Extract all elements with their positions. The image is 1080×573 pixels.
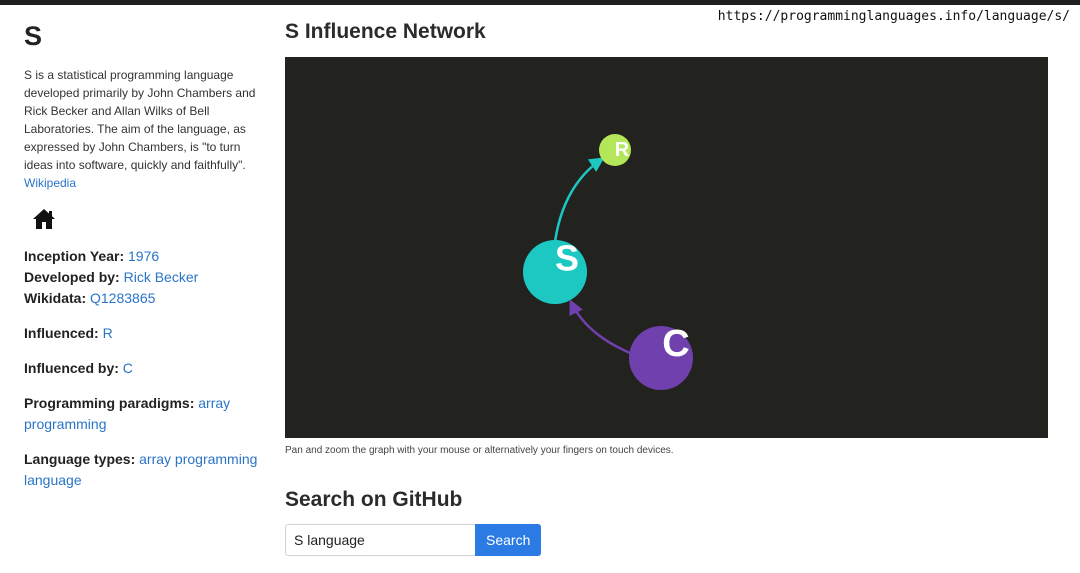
network-title: S Influence Network [285,20,486,43]
influenced-label: Influenced: [24,325,99,341]
github-search-form: Search [285,524,542,556]
language-description: S is a statistical programming language … [24,66,260,192]
paradigms-row: Programming paradigms: array programming [24,393,260,435]
language-title: S [24,21,43,51]
edge-c-to-s [569,299,631,355]
inception-link[interactable]: 1976 [128,248,159,264]
influence-graph[interactable]: R S C [285,57,1048,438]
paradigms-label: Programming paradigms: [24,395,195,411]
github-search-input[interactable] [285,524,475,556]
search-title: Search on GitHub [285,488,463,511]
node-c[interactable]: C [629,323,693,390]
influenced-by-label: Influenced by: [24,360,119,376]
node-s[interactable]: S [523,238,587,305]
types-row: Language types: array programming langua… [24,449,260,491]
node-s-label: S [555,238,579,279]
developer-label: Developed by: [24,269,120,285]
github-search-button[interactable]: Search [475,524,542,556]
edge-s-to-r [553,157,605,243]
influenced-row: Influenced: R [24,323,260,344]
node-r[interactable]: R [599,134,631,166]
wikidata-link[interactable]: Q1283865 [90,290,155,306]
graph-caption: Pan and zoom the graph with your mouse o… [285,445,674,456]
node-c-label: C [662,323,689,365]
inception-label: Inception Year: [24,248,125,264]
main-content: S Influence Network R S C Pan and zoom t… [285,20,1048,556]
types-label: Language types: [24,451,136,467]
influenced-by-link[interactable]: C [123,360,133,376]
facts-panel: Inception Year: 1976 Developed by: Rick … [24,246,260,491]
inception-row: Inception Year: 1976 [24,246,260,267]
wikidata-label: Wikidata: [24,290,87,306]
top-bar [0,0,1080,5]
description-text: S is a statistical programming language … [24,68,256,172]
wikipedia-link[interactable]: Wikipedia [24,176,76,190]
graph-canvas[interactable]: R S C [285,57,1048,438]
developer-link[interactable]: Rick Becker [124,269,199,285]
wikidata-row: Wikidata: Q1283865 [24,288,260,309]
node-r-label: R [615,139,630,161]
sidebar: S S is a statistical programming languag… [24,20,260,491]
influenced-link[interactable]: R [103,325,113,341]
home-icon[interactable] [32,208,56,230]
developer-row: Developed by: Rick Becker [24,267,260,288]
influenced-by-row: Influenced by: C [24,358,260,379]
